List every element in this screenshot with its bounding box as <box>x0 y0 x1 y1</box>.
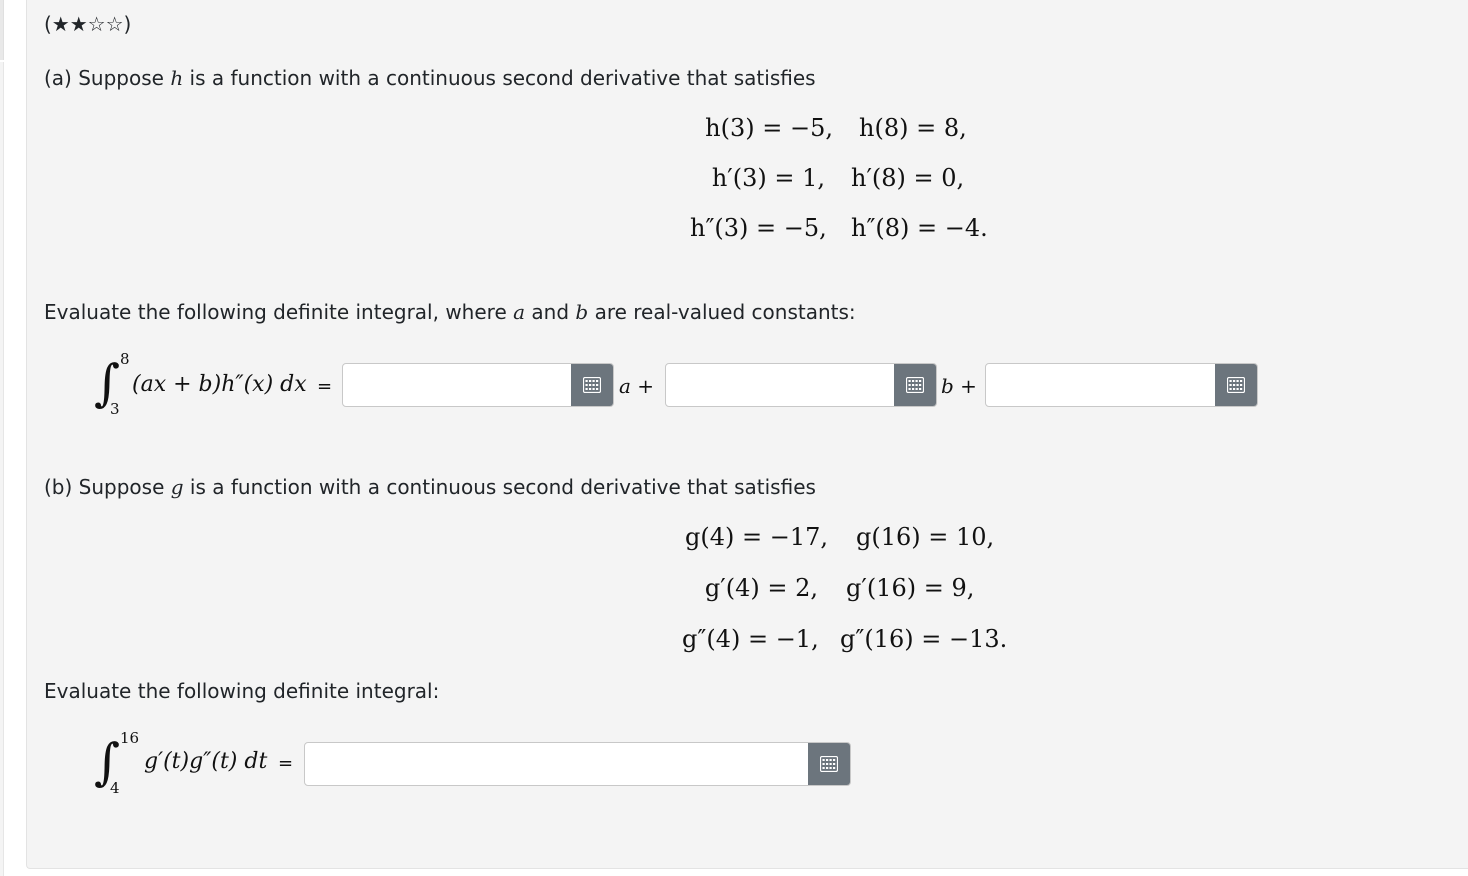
lower-limit: 3 <box>110 400 120 418</box>
upper-limit: 16 <box>120 729 140 747</box>
term-a-text: a + <box>619 374 655 398</box>
integrand: g′(t)g″(t) dt <box>144 749 268 774</box>
part-a-eval-mid: and <box>525 300 576 324</box>
part-a-integral: ∫ 8 3 (ax + b)h″(x) dx = <box>90 350 340 420</box>
equals-sign: = <box>278 753 294 774</box>
part-a-intro-text: (a) Suppose <box>44 66 171 90</box>
answer-input-b[interactable] <box>305 743 810 785</box>
term-a-label: a + <box>619 374 654 398</box>
difficulty-rating: (★★☆☆) <box>44 12 132 36</box>
cond-b-3-1: g″(4) = −1, <box>682 625 819 653</box>
cond-a-3-2: h″(8) = −4. <box>851 214 988 242</box>
answer-field-constant[interactable] <box>985 363 1258 407</box>
cond-b-1-1: g(4) = −17, <box>684 523 828 551</box>
cond-a-2-1: h′(3) = 1, <box>711 164 825 192</box>
part-a-evaluate: Evaluate the following definite integral… <box>44 300 856 324</box>
cond-b-2-1: g′(4) = 2, <box>704 574 818 602</box>
part-a-eval-after: are real-valued constants: <box>588 300 856 324</box>
part-b-func: g <box>170 475 184 499</box>
answer-input-constant[interactable] <box>986 364 1217 406</box>
integrand: (ax + b)h″(x) dx <box>132 372 307 397</box>
answer-field-a-coef[interactable] <box>342 363 614 407</box>
answer-input-b-coef[interactable] <box>666 364 896 406</box>
part-b-intro-text-2: is a function with a continuous second d… <box>183 475 816 499</box>
term-b-text: b + <box>941 374 977 398</box>
part-b-intro: (b) Suppose g is a function with a conti… <box>44 475 816 499</box>
part-a-conditions: h(3) = −5, h(8) = 8, h′(3) = 1, h′(8) = 0,… <box>690 114 988 264</box>
var-b: b <box>575 300 589 324</box>
keyboard-icon <box>583 377 601 393</box>
left-frame-top <box>0 0 4 60</box>
math-keyboard-button-1[interactable] <box>571 364 613 406</box>
keyboard-icon <box>820 756 838 772</box>
upper-limit: 8 <box>120 350 130 368</box>
cond-a-3-1: h″(3) = −5, <box>690 214 827 242</box>
part-b-conditions: g(4) = −17, g(16) = 10, g′(4) = 2, g′(16) … <box>682 523 1007 676</box>
part-a-intro-text-2: is a function with a continuous second d… <box>183 66 816 90</box>
part-a-intro: (a) Suppose h is a function with a conti… <box>44 66 816 90</box>
cond-b-1-2: g(16) = 10, <box>856 523 995 551</box>
cond-b-2-2: g′(16) = 9, <box>846 574 975 602</box>
equals-sign: = <box>317 376 333 397</box>
cond-a-1-2: h(8) = 8, <box>859 114 967 142</box>
math-keyboard-button-4[interactable] <box>808 743 850 785</box>
part-b-intro-text: (b) Suppose <box>44 475 171 499</box>
lower-limit: 4 <box>110 779 120 797</box>
part-b-integral: ∫ 16 4 g′(t)g″(t) dt = <box>90 729 302 799</box>
keyboard-icon <box>906 377 924 393</box>
part-a-eval-text: Evaluate the following definite integral… <box>44 300 514 324</box>
part-a-func: h <box>170 66 184 90</box>
left-frame <box>0 62 4 876</box>
cond-a-1-1: h(3) = −5, <box>705 114 833 142</box>
math-keyboard-button-2[interactable] <box>894 364 936 406</box>
var-a: a <box>513 300 526 324</box>
part-b-evaluate: Evaluate the following definite integral… <box>44 679 440 703</box>
cond-b-3-2: g″(16) = −13. <box>840 625 1008 653</box>
math-keyboard-button-3[interactable] <box>1215 364 1257 406</box>
answer-input-a-coef[interactable] <box>343 364 573 406</box>
answer-field-b[interactable] <box>304 742 851 786</box>
term-b-label: b + <box>941 374 977 398</box>
answer-field-b-coef[interactable] <box>665 363 937 407</box>
keyboard-icon <box>1227 377 1245 393</box>
cond-a-2-2: h′(8) = 0, <box>851 164 965 192</box>
